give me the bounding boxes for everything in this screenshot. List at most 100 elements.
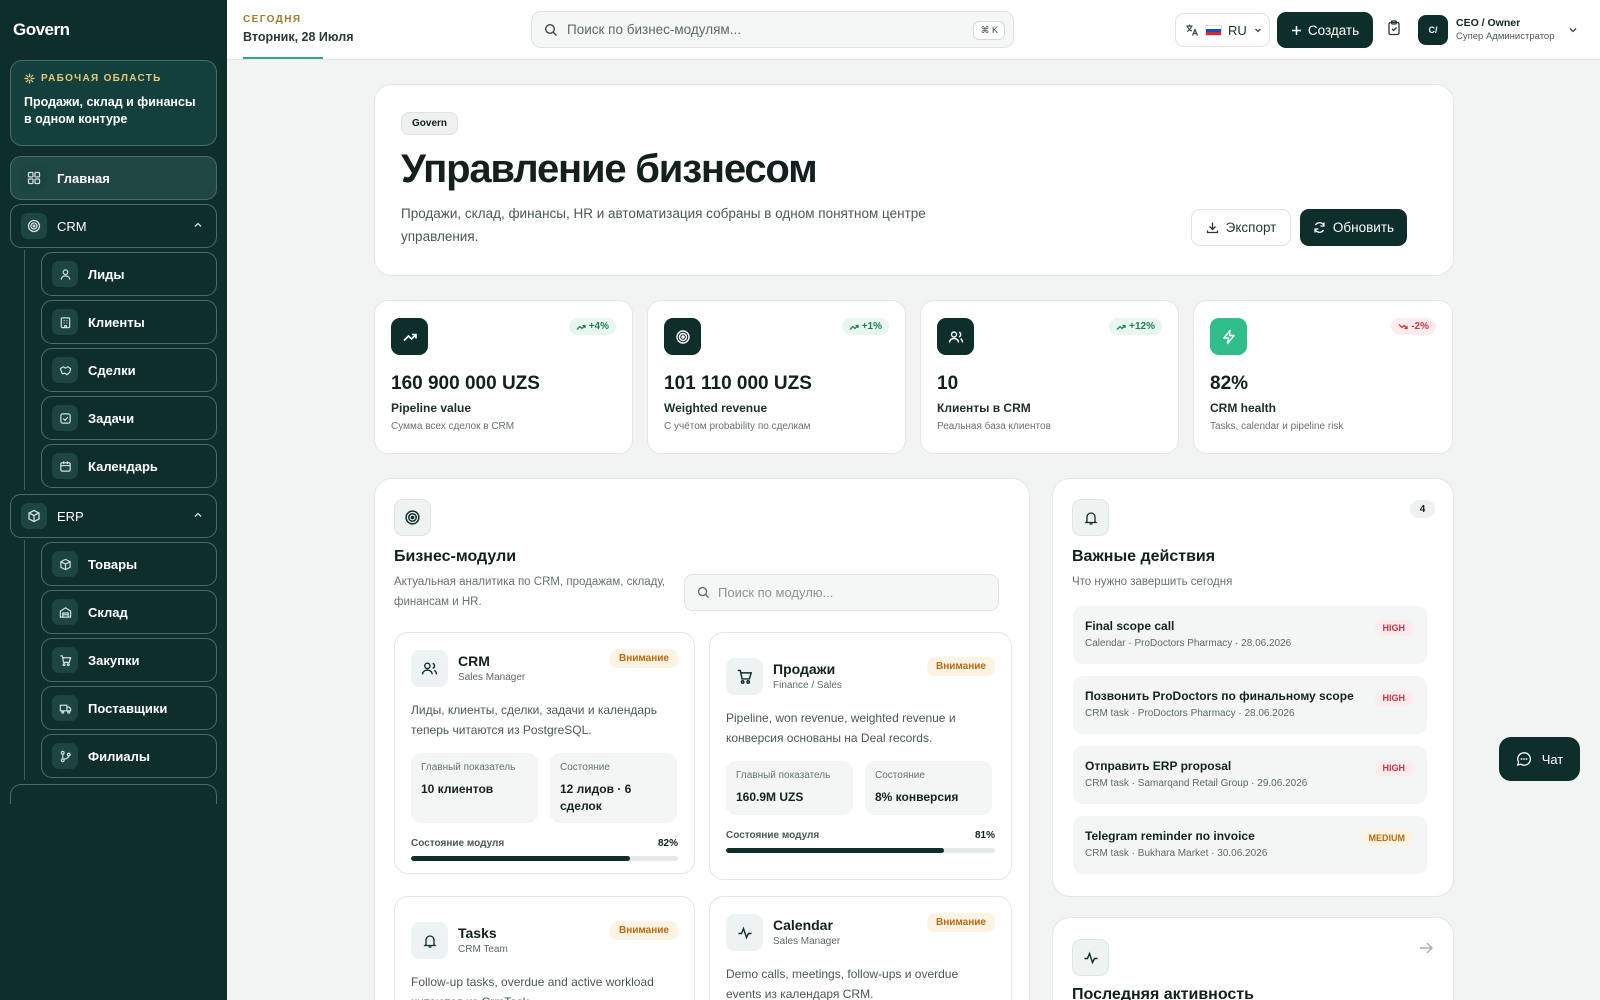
today-label: СЕГОДНЯ bbox=[243, 14, 302, 25]
refresh-icon bbox=[1314, 222, 1325, 233]
sidebar-item-crm[interactable]: CRM bbox=[10, 204, 217, 248]
cart-icon bbox=[726, 658, 763, 695]
plus-icon bbox=[1291, 25, 1301, 35]
module-title: Tasks bbox=[458, 925, 497, 941]
bell-icon bbox=[1072, 499, 1109, 536]
page-title: Управление бизнесом bbox=[401, 147, 818, 191]
important-actions-panel: 4 Важные действия Что нужно завершить се… bbox=[1052, 478, 1454, 897]
export-button[interactable]: Экспорт bbox=[1191, 209, 1291, 246]
calendar-icon bbox=[52, 453, 78, 479]
priority-badge: HIGH bbox=[1374, 620, 1413, 636]
sidebar-item-suppliers[interactable]: Поставщики bbox=[41, 686, 217, 730]
user-role: Супер Администратор bbox=[1456, 31, 1555, 42]
business-modules-panel: Бизнес-модули Актуальная аналитика по CR… bbox=[374, 478, 1030, 1000]
box-icon bbox=[52, 551, 78, 577]
grid-icon bbox=[21, 165, 47, 191]
actions-subtitle: Что нужно завершить сегодня bbox=[1072, 576, 1233, 588]
refresh-button[interactable]: Обновить bbox=[1300, 209, 1407, 246]
russia-flag-icon bbox=[1205, 24, 1222, 36]
topbar: СЕГОДНЯ Вторник, 28 Июля Поиск по бизнес… bbox=[227, 0, 1600, 60]
stat-value: 160 900 000 UZS bbox=[391, 373, 540, 394]
sidebar-item-warehouse[interactable]: Склад bbox=[41, 590, 217, 634]
module-card-sales[interactable]: Продажи Finance / Sales Внимание Pipelin… bbox=[709, 632, 1012, 880]
progress-bar bbox=[411, 856, 678, 861]
global-search-input[interactable]: Поиск по бизнес-модулям... ⌘ K bbox=[531, 11, 1014, 48]
sidebar-item-deals[interactable]: Сделки bbox=[41, 348, 217, 392]
sidebar-item-more[interactable] bbox=[10, 784, 217, 804]
module-title: Продажи bbox=[773, 661, 836, 677]
users-icon bbox=[937, 318, 974, 355]
sidebar-item-products[interactable]: Товары bbox=[41, 542, 217, 586]
actions-count-badge: 4 bbox=[1410, 500, 1435, 518]
chevron-down-icon[interactable] bbox=[1567, 24, 1579, 36]
arrow-right-icon[interactable] bbox=[1419, 942, 1433, 954]
translate-icon bbox=[1186, 24, 1199, 36]
create-button[interactable]: Создать bbox=[1277, 12, 1373, 48]
activity-icon bbox=[1072, 939, 1109, 976]
stat-card-crm-health[interactable]: -2% 82% CRM health Tasks, calendar и pip… bbox=[1193, 300, 1453, 454]
chat-button[interactable]: Чат bbox=[1499, 737, 1580, 781]
chevron-up-icon bbox=[194, 222, 202, 227]
check-square-icon bbox=[52, 405, 78, 431]
progress-label: Состояние модуля bbox=[726, 830, 820, 841]
search-icon bbox=[697, 586, 710, 599]
sidebar-item-leads[interactable]: Лиды bbox=[41, 252, 217, 296]
stat-card-clients[interactable]: +12% 10 Клиенты в CRM Реальная база клие… bbox=[920, 300, 1179, 454]
sparkle-icon bbox=[24, 73, 35, 84]
search-shortcut: ⌘ K bbox=[973, 21, 1005, 40]
recent-activity-panel: Последняя активность bbox=[1052, 917, 1454, 1000]
module-card-tasks[interactable]: Tasks CRM Team Внимание Follow-up tasks,… bbox=[394, 896, 695, 1000]
sidebar-item-tasks[interactable]: Задачи bbox=[41, 396, 217, 440]
module-subtitle: Sales Manager bbox=[773, 936, 841, 947]
module-card-calendar[interactable]: Calendar Sales Manager Внимание Demo cal… bbox=[709, 896, 1012, 1000]
sidebar-item-purchases[interactable]: Закупки bbox=[41, 638, 217, 682]
cart-icon bbox=[52, 647, 78, 673]
status-badge: Внимание bbox=[927, 913, 995, 932]
language-select[interactable]: RU bbox=[1175, 13, 1270, 47]
sidebar-item-home[interactable]: Главная bbox=[10, 156, 217, 200]
stat-card-weighted-revenue[interactable]: +1% 101 110 000 UZS Weighted revenue С у… bbox=[647, 300, 906, 454]
today-date: Вторник, 28 Июля bbox=[243, 30, 354, 44]
sidebar-item-erp[interactable]: ERP bbox=[10, 494, 217, 538]
activity-title: Последняя активность bbox=[1072, 986, 1254, 1000]
user-name[interactable]: CEO / Owner bbox=[1456, 17, 1520, 29]
warehouse-icon bbox=[52, 599, 78, 625]
module-card-crm[interactable]: CRM Sales Manager Внимание Лиды, клиенты… bbox=[394, 632, 695, 874]
module-description: Demo calls, meetings, follow-ups и overd… bbox=[726, 967, 959, 1000]
truck-icon bbox=[52, 695, 78, 721]
action-item[interactable]: Отправить ERP proposal CRM task · Samarq… bbox=[1073, 746, 1427, 804]
priority-badge: HIGH bbox=[1374, 690, 1413, 706]
status-badge: Внимание bbox=[927, 657, 995, 676]
workspace-text: Продажи, склад и финансы в одном контуре bbox=[24, 95, 196, 126]
sidebar: Govern РАБОЧАЯ ОБЛАСТЬ Продажи, склад и … bbox=[0, 0, 227, 1000]
action-item[interactable]: Telegram reminder по invoice CRM task · … bbox=[1073, 816, 1427, 874]
chat-bubble-icon bbox=[1516, 752, 1531, 766]
stat-description: Tasks, calendar и pipeline risk bbox=[1210, 421, 1344, 432]
module-description: Follow-up tasks, overdue and active work… bbox=[411, 975, 654, 1000]
bell-icon bbox=[411, 922, 448, 959]
building-icon bbox=[52, 309, 78, 335]
target-icon bbox=[21, 213, 47, 239]
action-item[interactable]: Final scope call Calendar · ProDoctors P… bbox=[1073, 606, 1427, 664]
avatar[interactable]: C/ bbox=[1418, 15, 1448, 45]
app-logo[interactable]: Govern bbox=[13, 20, 70, 40]
module-search-input[interactable]: Поиск по модулю... bbox=[684, 574, 999, 611]
target-icon bbox=[664, 318, 701, 355]
activity-icon bbox=[726, 914, 763, 951]
sidebar-item-branches[interactable]: Филиалы bbox=[41, 734, 217, 778]
clipboard-icon[interactable] bbox=[1387, 20, 1401, 36]
progress-bar bbox=[726, 848, 995, 853]
sidebar-item-clients[interactable]: Клиенты bbox=[41, 300, 217, 344]
bolt-icon bbox=[1210, 318, 1247, 355]
chevron-down-icon bbox=[1254, 28, 1261, 33]
stat-card-pipeline[interactable]: +4% 160 900 000 UZS Pipeline value Сумма… bbox=[374, 300, 633, 454]
stat-description: С учётом probability по сделкам bbox=[664, 421, 811, 432]
stat-label: CRM health bbox=[1210, 401, 1276, 415]
action-item[interactable]: Позвонить ProDoctors по финальному scope… bbox=[1073, 676, 1427, 734]
progress-label: Состояние модуля bbox=[411, 838, 505, 849]
modules-subtitle: Актуальная аналитика по CRM, продажам, с… bbox=[394, 576, 666, 608]
sidebar-item-calendar[interactable]: Календарь bbox=[41, 444, 217, 488]
workspace-card[interactable]: РАБОЧАЯ ОБЛАСТЬ Продажи, склад и финансы… bbox=[10, 60, 217, 146]
stat-value: 101 110 000 UZS bbox=[664, 373, 812, 394]
search-placeholder: Поиск по бизнес-модулям... bbox=[567, 22, 741, 37]
